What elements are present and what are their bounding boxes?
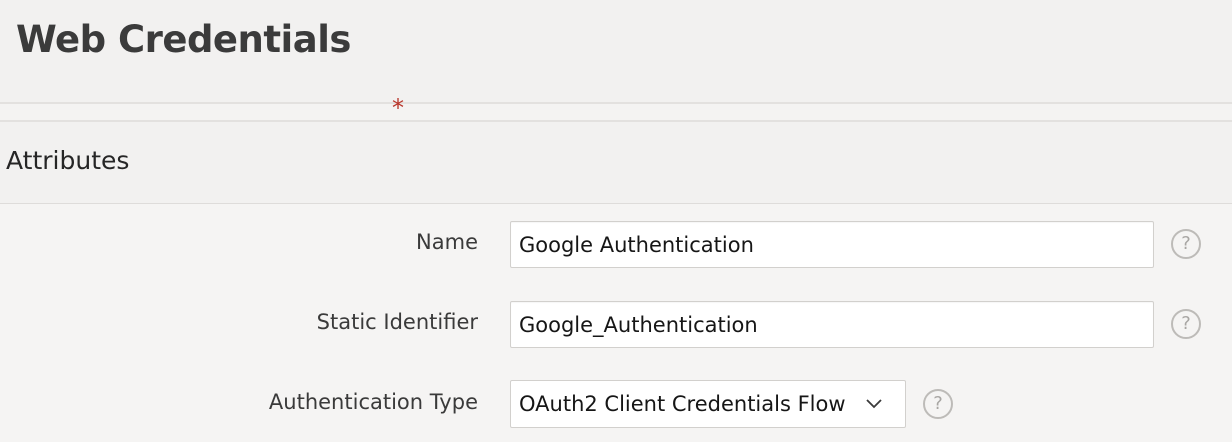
region-header: Attributes xyxy=(0,122,1232,204)
required-indicator: * xyxy=(392,94,404,122)
name-label: Name xyxy=(416,230,478,254)
web-credentials-page: Web Credentials Attributes * Name ? Stat… xyxy=(0,0,1232,442)
static-identifier-label: Static Identifier xyxy=(316,310,478,334)
chevron-down-icon xyxy=(866,399,882,409)
authentication-type-selected: OAuth2 Client Credentials Flow xyxy=(519,392,846,416)
region-title: Attributes xyxy=(6,146,130,175)
authentication-type-help-icon[interactable]: ? xyxy=(923,389,953,419)
static-identifier-help-icon[interactable]: ? xyxy=(1171,309,1201,339)
authentication-type-select[interactable]: OAuth2 Client Credentials Flow xyxy=(510,380,906,428)
page-header: Web Credentials xyxy=(0,0,1232,104)
page-title: Web Credentials xyxy=(16,18,351,61)
name-field[interactable] xyxy=(510,221,1154,268)
name-help-icon[interactable]: ? xyxy=(1171,229,1201,259)
authentication-type-label: Authentication Type xyxy=(268,390,478,414)
static-identifier-field[interactable] xyxy=(510,301,1154,348)
